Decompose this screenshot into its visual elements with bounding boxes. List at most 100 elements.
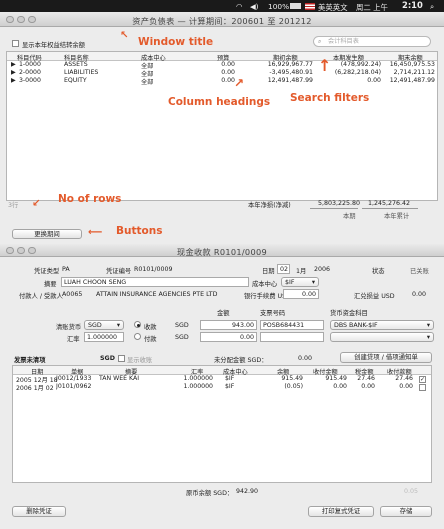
cheque-label: 支票号码 [260,310,286,317]
cash-receipt-window: 现金收款 R0101/0009 凭证类型 PA 凭证编号 R0101/0009 … [0,244,444,529]
cheque-no-field[interactable]: POSB684431 [260,320,324,330]
grid-date: 2006 1月 02 [16,385,54,391]
row-budget: 0.00 [221,77,235,84]
spotlight-icon[interactable]: ⌕ [430,2,434,12]
bank-account2-select[interactable]: ▾ [330,332,434,342]
date-label[interactable]: 周二 上午 [356,2,388,13]
annotation-window-title: Window title [138,36,214,48]
cost-center-select[interactable]: $IF ▾ [281,277,319,287]
summary-label: 摘要 [44,281,57,288]
grid-date: 2005 12月 18 [16,377,58,383]
battery-icon[interactable] [290,3,301,9]
window-title: 现金收款 R0101/0009 [177,247,267,257]
row-closing: 12,491,487.99 [389,77,435,84]
delete-voucher-button[interactable]: 删除凭证 [12,506,66,517]
show-zero-label: 显示本年权益结转余额 [22,42,85,49]
grid-tax: 0.00 [361,383,375,390]
original-amount-label: 原币余额 SGD： [186,490,234,497]
bank-fee-field[interactable]: 0.00 [283,289,319,299]
row-closing: 16,450,975.53 [389,61,435,68]
table-row[interactable]: ▶ 2-0000 LIABILITIES 全部 0.00 -3,495,480.… [7,69,437,77]
grid-paid: 915.49 [325,375,347,382]
annotation-no-of-rows: No of rows [58,193,122,205]
date-year[interactable]: 2006 [314,266,330,273]
payer-label: 付款人 / 受款人 [19,293,63,300]
voucher-type-value: PA [62,266,70,273]
chevron-down-icon: ▾ [116,322,120,329]
footer-ytd-label: 本年累计 [384,213,410,220]
grid-desc: TAN WEE KAI [99,375,140,382]
battery-percent[interactable]: 100% [268,2,289,11]
clock-label[interactable]: 2:10 [402,0,423,10]
amount2-currency: SGD [175,334,189,341]
input-method[interactable]: 美英英文 [318,2,348,13]
window-titlebar: 现金收款 R0101/0009 [0,244,444,257]
disclosure-icon[interactable]: ▶ [11,77,16,84]
grid-balance: (0.05) [284,383,303,390]
chevron-down-icon: ▾ [426,322,430,329]
receive-radio[interactable] [134,321,141,328]
row-budget: 0.00 [221,61,235,68]
fx-gain-value: 0.00 [412,291,427,298]
change-period-button[interactable]: 更换期间 [12,229,82,239]
date-label: 日期 [262,268,275,275]
table-row[interactable]: ▶ 3-0000 EQUITY 全部 0.00 12,491,487.99 0.… [7,77,437,85]
flag-icon[interactable] [305,2,315,10]
search-icon: ⌕ [318,38,322,45]
wifi-icon[interactable]: ◠ [236,2,242,11]
grid-rate: 1.000000 [183,383,213,390]
row-count: 3行 [8,202,19,209]
create-note-button[interactable]: 创建贷项 / 借项通知单 [340,352,432,363]
date-month[interactable]: 1月 [296,266,306,275]
row-code: 2-0000 [19,69,41,76]
total-rule [310,208,358,209]
invoice-grid[interactable]: 日期 单据 摘要 汇率 成本中心 余额 收付金额 税金额 收付款额 2005 1… [12,365,432,483]
unapplied-label: 发票未清项 [14,357,46,364]
search-input[interactable]: ⌕ 会计科目表 [313,36,431,47]
row-change: (6,282,218.04) [334,69,381,76]
amount-label: 金额 [217,310,230,317]
amount-field[interactable]: 943.00 [200,320,257,330]
save-button[interactable]: 存储 [380,506,432,517]
net-profit-label: 本年净损(净减) [248,202,291,209]
unallocated-label: 未分配金额 SGD： [214,357,268,364]
annotation-arrow: ↑ [318,56,332,75]
unapplied-currency: SGD [100,355,115,362]
voucher-type-label: 凭证类型 [34,268,60,275]
date-day-field[interactable]: 02 [277,264,290,274]
annotation-arrow: ↙ [32,198,41,209]
row-name: ASSETS [64,61,88,68]
currency-select[interactable]: SGD ▾ [84,320,124,330]
annotation-buttons: Buttons [116,225,163,237]
disclosure-icon[interactable]: ▶ [11,61,16,68]
volume-icon[interactable]: ◀) [250,2,259,11]
row-center: 全部 [141,79,154,85]
summary-field[interactable]: LUAH CHOON SENG [61,277,249,287]
cheque2-field[interactable] [260,332,324,342]
accounts-table[interactable]: 科目代码 科目名称 成本中心 预算 期初余额 本期发生额 期末余额 ▶ 1-00… [6,51,438,201]
status-label: 状态 [372,268,385,275]
show-received-checkbox[interactable] [118,355,125,362]
grid-center: $IF [225,383,235,390]
amount2-field[interactable]: 0.00 [200,332,257,342]
bank-account-select[interactable]: DBS BANK-$IF ▾ [330,320,434,330]
amount-currency: SGD [175,322,189,329]
pay-label: 付款 [144,336,157,343]
voucher-no-value: R0101/0009 [134,266,173,273]
row-opening: 16,929,967.77 [267,61,313,68]
status-value: 已关账 [410,268,429,275]
grid-doc: J0012/1933 [56,375,92,382]
show-zero-checkbox[interactable] [12,40,19,47]
row-select-checkbox[interactable]: ✓ [419,375,426,383]
rate-field[interactable]: 1.000000 [84,332,124,342]
print-voucher-button[interactable]: 打印复式凭证 [308,506,374,517]
row-select-checkbox[interactable] [419,383,426,391]
pay-radio[interactable] [134,333,141,340]
disclosure-icon[interactable]: ▶ [11,69,16,76]
table-row[interactable]: 2006 1月 02 J0101/0962 1.000000 $IF (0.05… [13,383,431,391]
table-row[interactable]: 2005 12月 18 J0012/1933 TAN WEE KAI 1.000… [13,375,431,383]
table-row[interactable]: ▶ 1-0000 ASSETS 全部 0.00 16,929,967.77 (4… [7,61,437,69]
receive-label: 收款 [144,324,157,331]
row-change: (478,992.24) [340,61,381,68]
grid-center: $IF [225,375,235,382]
